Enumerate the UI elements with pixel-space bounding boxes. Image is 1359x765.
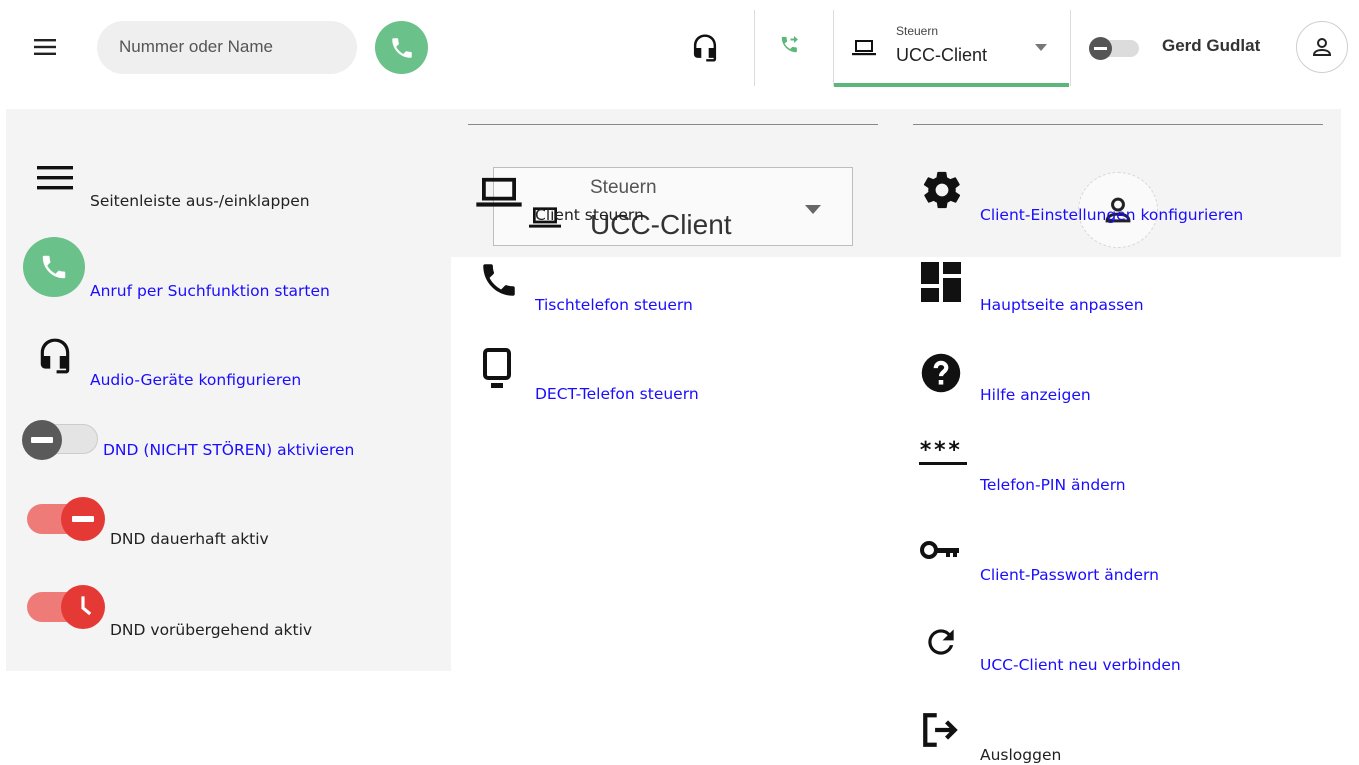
headset-icon bbox=[693, 34, 717, 62]
legend-dnd-off-toggle bbox=[22, 420, 100, 460]
legend-reconnect[interactable]: UCC-Client neu verbinden bbox=[980, 656, 1181, 674]
legend-dnd-permanent-toggle bbox=[25, 497, 105, 541]
call-forward-button[interactable] bbox=[779, 34, 803, 58]
legend-show-help[interactable]: Hilfe anzeigen bbox=[980, 386, 1091, 404]
chevron-down-icon bbox=[805, 205, 821, 214]
phone-icon bbox=[42, 255, 66, 279]
toolbar-divider bbox=[1070, 10, 1071, 86]
pin-mask: *** bbox=[919, 438, 962, 463]
legend-audio-devices[interactable]: Audio-Geräte konfigurieren bbox=[90, 371, 301, 389]
legend-change-pin[interactable]: Telefon-PIN ändern bbox=[980, 476, 1126, 494]
user-avatar-button[interactable] bbox=[1296, 21, 1348, 73]
call-forward-icon bbox=[781, 36, 798, 53]
refresh-icon bbox=[928, 629, 954, 655]
logout-icon bbox=[923, 713, 958, 747]
legend-dect-phone[interactable]: DECT-Telefon steuern bbox=[535, 385, 699, 403]
deskphone-icon bbox=[483, 264, 515, 296]
dnd-toggle-knob bbox=[1089, 37, 1112, 60]
headset-icon bbox=[40, 338, 70, 374]
legend-logout: Ausloggen bbox=[980, 746, 1062, 764]
legend-desk-phone[interactable]: Tischtelefon steuern bbox=[535, 296, 693, 314]
menu-icon bbox=[34, 39, 56, 55]
phone-icon bbox=[391, 37, 412, 58]
legend-change-password[interactable]: Client-Passwort ändern bbox=[980, 566, 1159, 584]
pin-icon: *** bbox=[919, 438, 967, 466]
dnd-toggle[interactable] bbox=[1089, 37, 1139, 61]
menu-icon bbox=[37, 166, 73, 190]
legend-dnd-permanent: DND dauerhaft aktiv bbox=[110, 530, 269, 548]
legend-dnd-temporary: DND vorübergehend aktiv bbox=[110, 621, 313, 639]
call-button[interactable] bbox=[375, 21, 428, 74]
gear-icon bbox=[923, 171, 961, 209]
legend-customize-main[interactable]: Hauptseite anpassen bbox=[980, 296, 1144, 314]
dect-phone-icon bbox=[483, 348, 511, 388]
search-input[interactable]: Nummer oder Name bbox=[97, 21, 357, 74]
legend-dnd-temporary-toggle bbox=[25, 585, 105, 629]
legend-dnd-activate[interactable]: DND (NICHT STÖREN) aktivieren bbox=[103, 441, 354, 459]
legend-client-control: Client steuern bbox=[535, 206, 644, 224]
legend-client-settings[interactable]: Client-Einstellungen konfigurieren bbox=[980, 206, 1243, 224]
legend-call-icon-bg bbox=[23, 237, 85, 297]
client-select-label: Steuern bbox=[896, 24, 939, 38]
active-tab-underline bbox=[834, 83, 1069, 87]
clock-icon bbox=[81, 596, 92, 616]
chevron-down-icon bbox=[1035, 44, 1047, 51]
key-icon bbox=[920, 541, 959, 559]
client-select[interactable]: Steuern UCC-Client bbox=[834, 10, 1069, 87]
toolbar-divider bbox=[754, 10, 755, 86]
legend-divider bbox=[468, 124, 878, 125]
laptop-icon bbox=[476, 177, 522, 207]
client-select-value: UCC-Client bbox=[896, 45, 988, 65]
help-icon bbox=[921, 353, 961, 393]
legend-select-label: Steuern bbox=[590, 177, 657, 198]
legend-start-call[interactable]: Anruf per Suchfunktion starten bbox=[90, 282, 330, 300]
legend-divider bbox=[913, 124, 1323, 125]
user-name: Gerd Gudlat bbox=[1162, 36, 1261, 55]
avatar-icon bbox=[1312, 38, 1332, 56]
menu-button[interactable] bbox=[34, 38, 56, 56]
legend-sidebar-toggle: Seitenleiste aus-/einklappen bbox=[90, 192, 310, 210]
dashboard-icon bbox=[921, 262, 961, 302]
search-placeholder: Nummer oder Name bbox=[119, 37, 273, 56]
laptop-icon bbox=[852, 40, 876, 56]
audio-button[interactable] bbox=[690, 32, 720, 64]
